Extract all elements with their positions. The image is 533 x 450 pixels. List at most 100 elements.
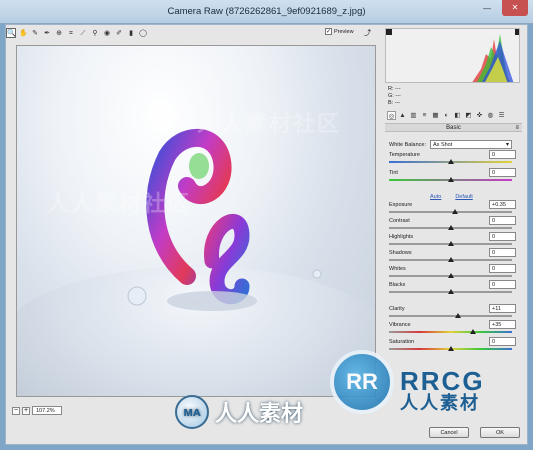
preview-toggle[interactable]: ✓ Preview [325, 28, 354, 35]
auto-link[interactable]: Auto [430, 194, 441, 200]
cancel-button[interactable]: Cancel [429, 427, 469, 438]
shadows-value-field[interactable]: 0 [489, 248, 516, 257]
contrast-thumb[interactable] [447, 225, 454, 230]
color-sampler-tool-icon[interactable]: ✒ [42, 28, 52, 38]
clarity-thumb[interactable] [454, 313, 461, 318]
radial-filter-icon[interactable]: ◯ [138, 28, 148, 38]
title-bar: Camera Raw (8726262861_9ef0921689_z.jpg)… [0, 0, 533, 24]
auto-default-links: Auto Default [430, 194, 473, 200]
white-balance-tool-icon[interactable]: ✎ [30, 28, 40, 38]
tint-value-field[interactable]: 0 [489, 168, 516, 177]
vibrance-value-field[interactable]: +35 [489, 320, 516, 329]
ok-button[interactable]: OK [480, 427, 520, 438]
zoom-tool-icon[interactable]: 🔍 [6, 28, 16, 38]
highlights-thumb[interactable] [447, 241, 454, 246]
exposure-value-field[interactable]: +0.35 [489, 200, 516, 209]
panel-menu-icon[interactable]: ≡ [515, 124, 519, 132]
whites-value-field[interactable]: 0 [489, 264, 516, 273]
saturation-value-field[interactable]: 0 [489, 337, 516, 346]
white-balance-row: White Balance: As Shot ▾ [389, 140, 512, 149]
window-title: Camera Raw (8726262861_9ef0921689_z.jpg) [167, 6, 366, 17]
watermark-faint: 人人素材社区 [47, 191, 192, 216]
panel-tabs: ◎ ▲ ▥ ≡ ▦ ◐ ◧ ◩ ✜ ◍ ☰ [385, 111, 522, 121]
minimize-button[interactable]: — [478, 3, 496, 15]
clarity-label: Clarity [389, 306, 405, 312]
rgb-readout: R: --- G: --- B: --- [388, 86, 401, 107]
watermark-center: ᴍᴀ 人人素材 [175, 395, 303, 429]
red-eye-tool-icon[interactable]: ◉ [102, 28, 112, 38]
shadows-thumb[interactable] [447, 257, 454, 262]
panel-tab-icon[interactable]: ◐ [442, 111, 451, 120]
panel-tab-icon[interactable]: ◩ [464, 111, 473, 120]
graduated-filter-icon[interactable]: ▮ [126, 28, 136, 38]
clarity-track[interactable] [389, 315, 512, 317]
exposure-thumb[interactable] [452, 209, 459, 214]
watermark-brand-latin: RRCG [400, 366, 485, 396]
panel-header: Basic ≡ [385, 123, 522, 132]
panel-tab-icon[interactable]: ▲ [398, 111, 407, 120]
default-link[interactable]: Default [455, 194, 472, 200]
tint-thumb[interactable] [447, 177, 454, 182]
panel-tab-icon[interactable]: ≡ [420, 111, 429, 120]
temperature-thumb[interactable] [447, 159, 454, 164]
histogram [385, 28, 520, 83]
blacks-value-field[interactable]: 0 [489, 280, 516, 289]
vibrance-thumb[interactable] [469, 329, 476, 334]
chevron-down-icon: ▾ [505, 142, 509, 148]
vibrance-track[interactable] [389, 331, 512, 333]
g-value: G: --- [388, 93, 401, 99]
tool-bar: 🔍 ✋ ✎ ✒ ⊕ ⌗ ⟋ ⚲ ◉ ✐ ▮ ◯ [6, 28, 148, 40]
panel-tab-icon[interactable]: ◍ [486, 111, 495, 120]
exposure-label: Exposure [389, 202, 413, 208]
panel-tab-icon[interactable]: ◎ [387, 111, 396, 120]
temperature-value-field[interactable]: 0 [489, 150, 516, 159]
highlights-label: Highlights [389, 234, 414, 240]
zoom-in-button[interactable]: + [22, 406, 30, 415]
saturation-label: Saturation [389, 339, 415, 345]
panel-tab-icon[interactable]: ▥ [409, 111, 418, 120]
blacks-thumb[interactable] [447, 289, 454, 294]
adjustment-brush-icon[interactable]: ✐ [114, 28, 124, 38]
white-balance-select[interactable]: As Shot ▾ [430, 140, 512, 149]
close-button[interactable]: ✕ [502, 0, 528, 16]
white-balance-value: As Shot [433, 142, 453, 148]
panel-tab-icon[interactable]: ◧ [453, 111, 462, 120]
image-preview[interactable]: 人人素材社区 人人素材社区 [16, 45, 376, 397]
preview-checkbox[interactable]: ✓ [325, 28, 332, 35]
watermark-brand-cjk: 人人素材 [400, 393, 480, 413]
open-preferences-icon[interactable]: ⤴ [364, 28, 371, 38]
crop-tool-icon[interactable]: ⌗ [66, 28, 76, 38]
zoom-controls: − + 107.2% [12, 406, 62, 415]
b-value: B: --- [388, 100, 401, 106]
whites-thumb[interactable] [447, 273, 454, 278]
targeted-adjustment-tool-icon[interactable]: ⊕ [54, 28, 64, 38]
shadows-label: Shadows [389, 250, 412, 256]
watermark-logo: RR [330, 350, 394, 414]
shadow-clipping-icon [386, 29, 392, 35]
hand-tool-icon[interactable]: ✋ [18, 28, 28, 38]
watermark-icon: ᴍᴀ [175, 395, 209, 429]
vibrance-label: Vibrance [389, 322, 411, 328]
histogram-graph [386, 29, 519, 82]
white-balance-label: White Balance: [389, 141, 426, 148]
panel-tab-icon[interactable]: ☰ [497, 111, 506, 120]
blacks-label: Blacks [389, 282, 406, 288]
r-value: R: --- [388, 86, 401, 92]
saturation-thumb[interactable] [447, 346, 454, 351]
zoom-level-select[interactable]: 107.2% [32, 406, 62, 415]
contrast-value-field[interactable]: 0 [489, 216, 516, 225]
panel-tab-icon[interactable]: ✜ [475, 111, 484, 120]
highlights-value-field[interactable]: 0 [489, 232, 516, 241]
exposure-track[interactable] [389, 211, 512, 213]
highlight-clipping-icon [515, 29, 519, 35]
straighten-tool-icon[interactable]: ⟋ [78, 28, 88, 38]
zoom-out-button[interactable]: − [12, 406, 20, 415]
preview-label: Preview [334, 28, 354, 35]
panel-tab-icon[interactable]: ▦ [431, 111, 440, 120]
clarity-value-field[interactable]: +11 [489, 304, 516, 313]
panel-title: Basic [446, 125, 461, 131]
tint-label: Tint [389, 170, 398, 176]
spot-removal-tool-icon[interactable]: ⚲ [90, 28, 100, 38]
watermark-faint: 人人素材社区 [197, 111, 342, 136]
whites-label: Whites [389, 266, 406, 272]
